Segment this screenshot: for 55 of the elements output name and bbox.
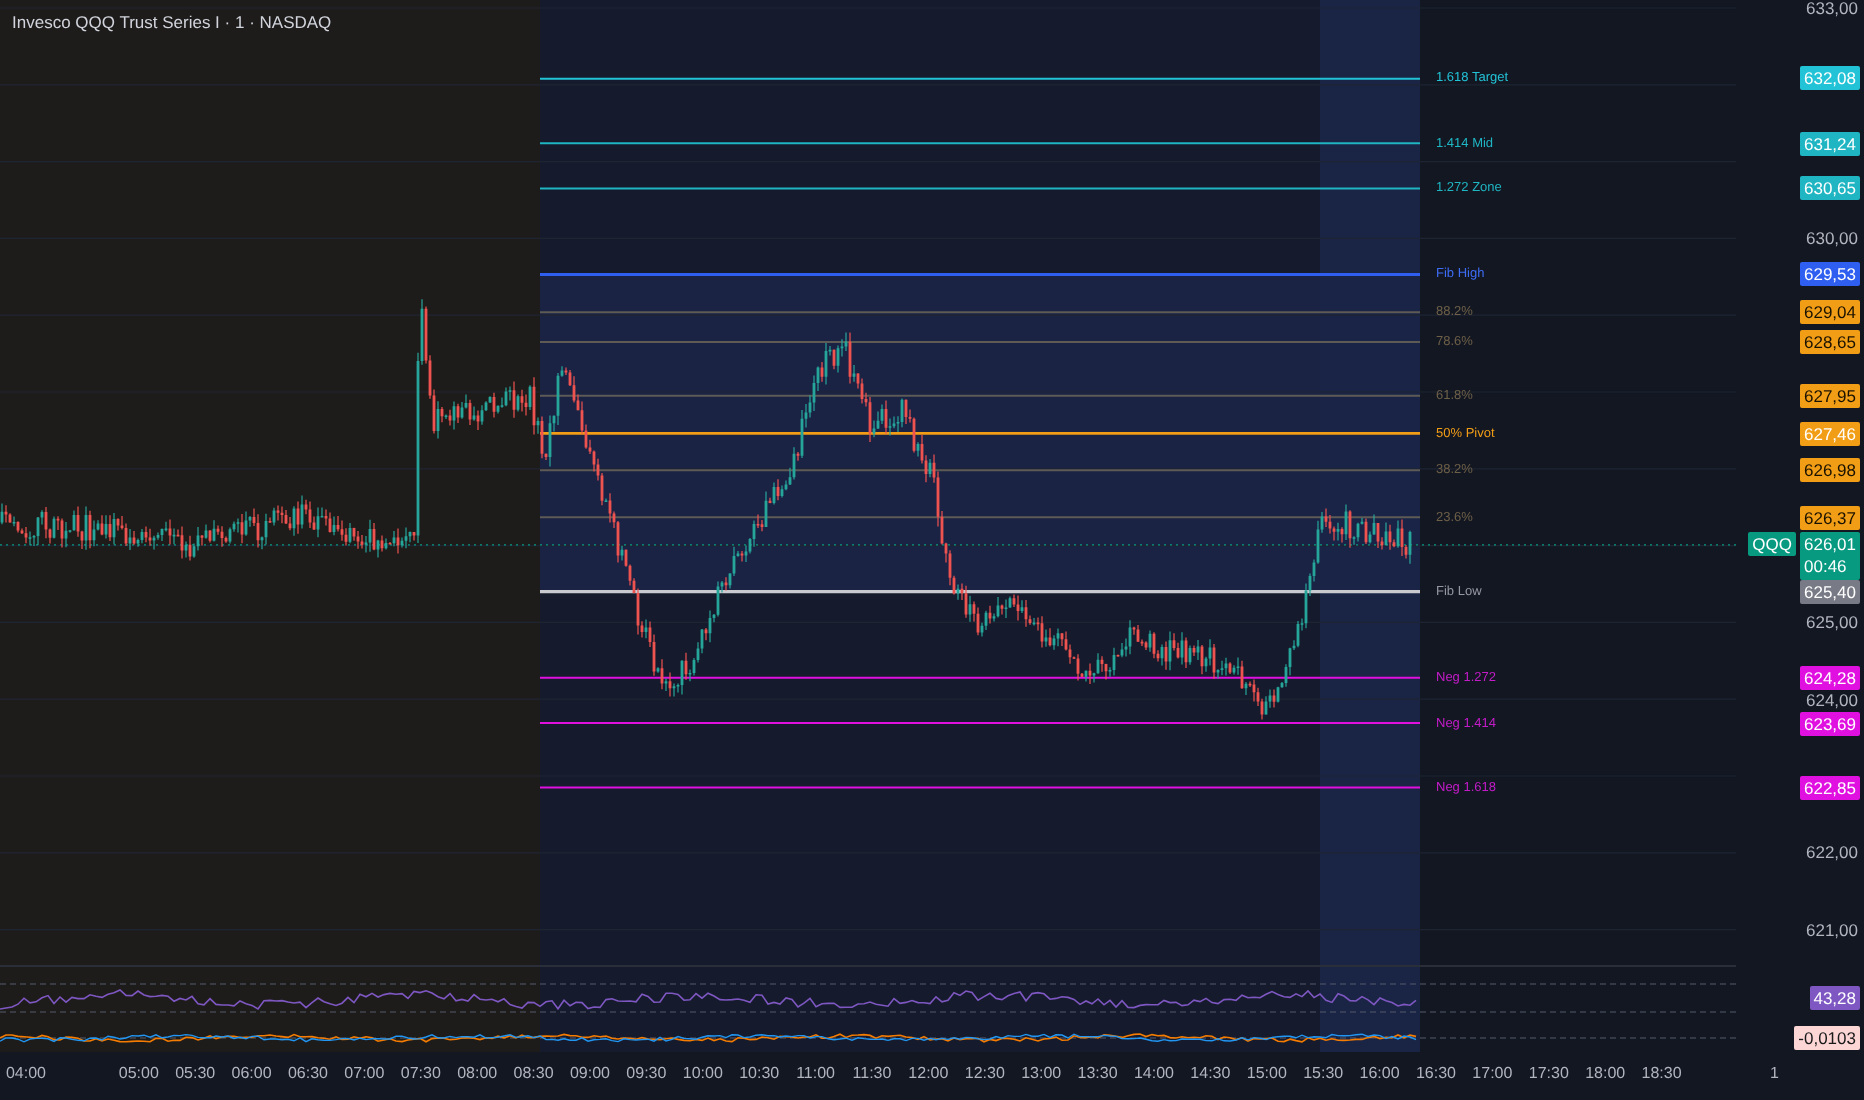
last-price-tag: 626,01 00:46 (1800, 532, 1860, 581)
chart-title: Invesco QQQ Trust Series I · 1 · NASDAQ (12, 12, 332, 32)
time-tick: 14:30 (1190, 1064, 1231, 1082)
time-tick: 09:30 (626, 1064, 667, 1082)
price-tag: 625,40 (1800, 579, 1860, 604)
time-tick: 11:00 (796, 1064, 836, 1082)
price-tag: 626,98 (1800, 458, 1860, 483)
price-tag: 630,65 (1800, 176, 1860, 201)
time-tick: 10:00 (682, 1064, 723, 1082)
time-tick: 04:00 (5, 1064, 47, 1082)
time-tick: 10:30 (739, 1064, 780, 1082)
price-tag: 628,65 (1800, 330, 1860, 355)
time-tick: 05:00 (118, 1064, 159, 1082)
time-tick: 14:00 (1133, 1064, 1175, 1082)
time-tick: 18:00 (1585, 1064, 1626, 1082)
time-tick: 07:30 (400, 1064, 441, 1082)
price-tick: 625,00 (1806, 612, 1858, 633)
price-tick: 630,00 (1806, 228, 1858, 249)
time-tick: 06:30 (287, 1064, 329, 1082)
time-tick: 05:30 (175, 1064, 216, 1082)
time-tick: 08:30 (513, 1064, 554, 1082)
price-tag: 624,28 (1800, 665, 1860, 690)
price-tag: 629,04 (1800, 300, 1860, 325)
time-tick: 07:00 (344, 1064, 385, 1082)
price-tick: 622,00 (1806, 842, 1858, 863)
time-tick: 15:00 (1246, 1064, 1287, 1082)
time-tick: 17:30 (1528, 1064, 1569, 1082)
price-tag: 632,08 (1800, 66, 1860, 91)
price-tick: 624,00 (1806, 689, 1858, 710)
time-tick: 17:00 (1472, 1064, 1513, 1082)
time-tick: 08:00 (457, 1064, 498, 1082)
price-tag: 627,46 (1800, 421, 1860, 446)
time-tick: 11:30 (852, 1064, 892, 1082)
time-tick: 12:30 (964, 1064, 1005, 1082)
time-tick: 12:00 (908, 1064, 949, 1082)
time-tick: 06:00 (231, 1064, 272, 1082)
time-tick: 13:30 (1077, 1064, 1118, 1082)
time-tick: 16:30 (1415, 1064, 1457, 1082)
macd-value-tag: -0,0103 (1794, 1026, 1860, 1050)
price-tag: 626,37 (1800, 505, 1860, 530)
price-tag: 627,95 (1800, 383, 1860, 408)
price-tick: 633,00 (1806, 0, 1858, 18)
price-tag: 629,53 (1800, 262, 1860, 287)
rsi-value-tag: 43,28 (1809, 986, 1860, 1010)
time-tick: 18:30 (1641, 1064, 1682, 1082)
symbol-tag: QQQ (1748, 532, 1796, 557)
time-tick: 13:00 (1021, 1064, 1062, 1082)
time-tick: 09:00 (569, 1064, 611, 1082)
price-tag: 622,85 (1800, 775, 1860, 800)
time-tick: 1 (1769, 1064, 1779, 1082)
price-tick: 621,00 (1806, 919, 1858, 940)
price-tag: 631,24 (1800, 131, 1860, 156)
time-tick: 16:00 (1359, 1064, 1400, 1082)
price-tag: 623,69 (1800, 711, 1860, 735)
time-tick: 15:30 (1303, 1064, 1344, 1082)
